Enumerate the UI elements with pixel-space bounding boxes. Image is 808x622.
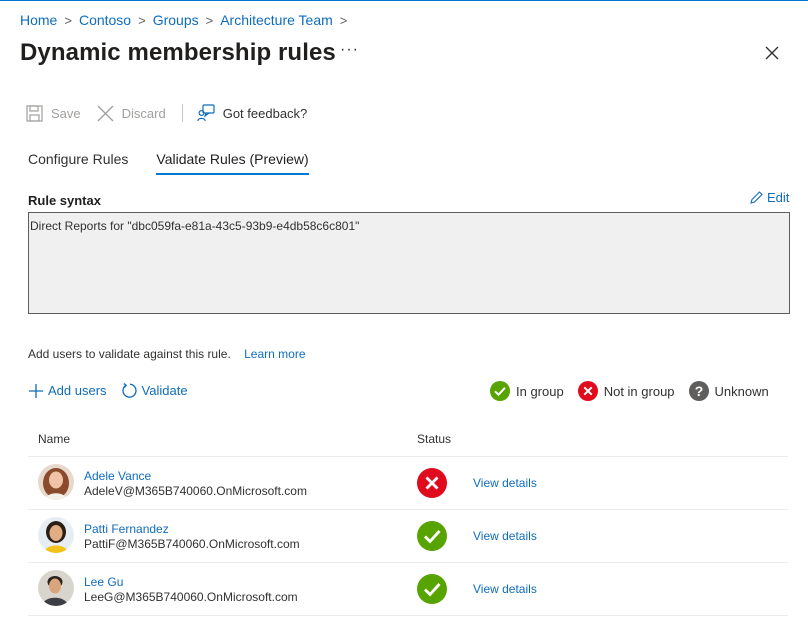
discard-label: Discard	[121, 105, 166, 121]
user-email: LeeG@M365B740060.OnMicrosoft.com	[84, 590, 298, 604]
feedback-button[interactable]: Got feedback?	[196, 104, 308, 122]
legend-unknown: ? Unknown	[688, 381, 769, 401]
save-icon	[26, 104, 43, 122]
error-circle-icon	[417, 468, 447, 498]
question-circle-icon: ?	[688, 381, 709, 401]
validate-label: Validate	[141, 383, 188, 398]
command-divider	[181, 104, 183, 122]
chevron-right-icon: >	[64, 12, 72, 28]
column-header-name[interactable]: Name	[38, 432, 70, 446]
breadcrumb-home[interactable]: Home	[20, 12, 57, 28]
user-email: AdeleV@M365B740060.OnMicrosoft.com	[84, 484, 307, 498]
add-users-button[interactable]: Add users	[28, 383, 107, 399]
rule-syntax-label: Rule syntax	[28, 193, 101, 208]
column-header-status[interactable]: Status	[417, 432, 451, 446]
check-circle-icon	[417, 521, 447, 551]
check-circle-icon	[490, 381, 510, 401]
help-text-label: Add users to validate against this rule.	[28, 347, 231, 361]
legend-unknown-label: Unknown	[714, 383, 769, 399]
user-email: PattiF@M365B740060.OnMicrosoft.com	[84, 537, 300, 551]
table-row: Patti Fernandez PattiF@M365B740060.OnMic…	[28, 510, 788, 562]
save-label: Save	[51, 105, 81, 121]
avatar	[38, 464, 74, 500]
edit-label: Edit	[767, 190, 790, 205]
tab-configure-rules[interactable]: Configure Rules	[28, 151, 128, 175]
validate-button[interactable]: Validate	[121, 382, 188, 399]
avatar	[38, 570, 74, 606]
view-details-link[interactable]: View details	[473, 529, 537, 543]
add-users-label: Add users	[48, 383, 107, 398]
breadcrumb-architecture-team[interactable]: Architecture Team	[220, 12, 333, 28]
view-details-link[interactable]: View details	[473, 582, 537, 596]
chevron-right-icon: >	[205, 12, 214, 28]
legend-in-group: In group	[490, 381, 564, 401]
tab-validate-rules[interactable]: Validate Rules (Preview)	[156, 151, 309, 175]
breadcrumb: Home > Contoso > Groups > Architecture T…	[20, 12, 354, 28]
more-options-button[interactable]: ···	[340, 41, 359, 59]
help-text: Add users to validate against this rule.…	[28, 347, 306, 361]
table-row: Adele Vance AdeleV@M365B740060.OnMicroso…	[28, 457, 788, 509]
discard-icon	[97, 105, 114, 121]
user-name-link[interactable]: Patti Fernandez	[84, 522, 169, 536]
add-icon	[29, 383, 43, 398]
feedback-label: Got feedback?	[222, 105, 308, 121]
tab-list: Configure Rules Validate Rules (Preview)	[28, 151, 337, 175]
error-circle-icon	[577, 381, 598, 401]
validation-actions: Add users Validate	[28, 382, 202, 399]
chevron-right-icon: >	[339, 12, 348, 28]
legend-not-in-group-label: Not in group	[603, 383, 675, 399]
page-title: Dynamic membership rules	[20, 39, 336, 66]
svg-text:?: ?	[694, 383, 703, 399]
user-name-link[interactable]: Adele Vance	[84, 469, 151, 483]
close-icon	[765, 46, 779, 60]
table-divider	[28, 615, 788, 616]
rule-syntax-text: Direct Reports for "dbc059fa-e81a-43c5-9…	[30, 219, 360, 233]
save-button[interactable]: Save	[26, 104, 81, 122]
discard-button[interactable]: Discard	[97, 105, 166, 122]
edit-rule-button[interactable]: Edit	[750, 190, 789, 205]
check-circle-icon	[417, 574, 447, 604]
command-bar: Save Discard Got feedback?	[26, 102, 323, 124]
rule-syntax-box: Direct Reports for "dbc059fa-e81a-43c5-9…	[28, 212, 790, 314]
chevron-right-icon: >	[138, 12, 146, 28]
table-row: Lee Gu LeeG@M365B740060.OnMicrosoft.com …	[28, 563, 788, 615]
view-details-link[interactable]: View details	[473, 476, 537, 490]
status-legend: In group Not in group ? Unknown	[490, 381, 783, 401]
user-name-link[interactable]: Lee Gu	[84, 575, 123, 589]
legend-not-in-group: Not in group	[577, 381, 675, 401]
legend-in-group-label: In group	[516, 383, 564, 399]
learn-more-link[interactable]: Learn more	[244, 347, 305, 361]
breadcrumb-contoso[interactable]: Contoso	[79, 12, 131, 28]
close-button[interactable]	[762, 43, 782, 63]
breadcrumb-groups[interactable]: Groups	[153, 12, 199, 28]
avatar	[38, 517, 74, 553]
edit-icon	[750, 191, 763, 204]
refresh-icon	[121, 382, 137, 398]
feedback-icon	[196, 104, 215, 122]
